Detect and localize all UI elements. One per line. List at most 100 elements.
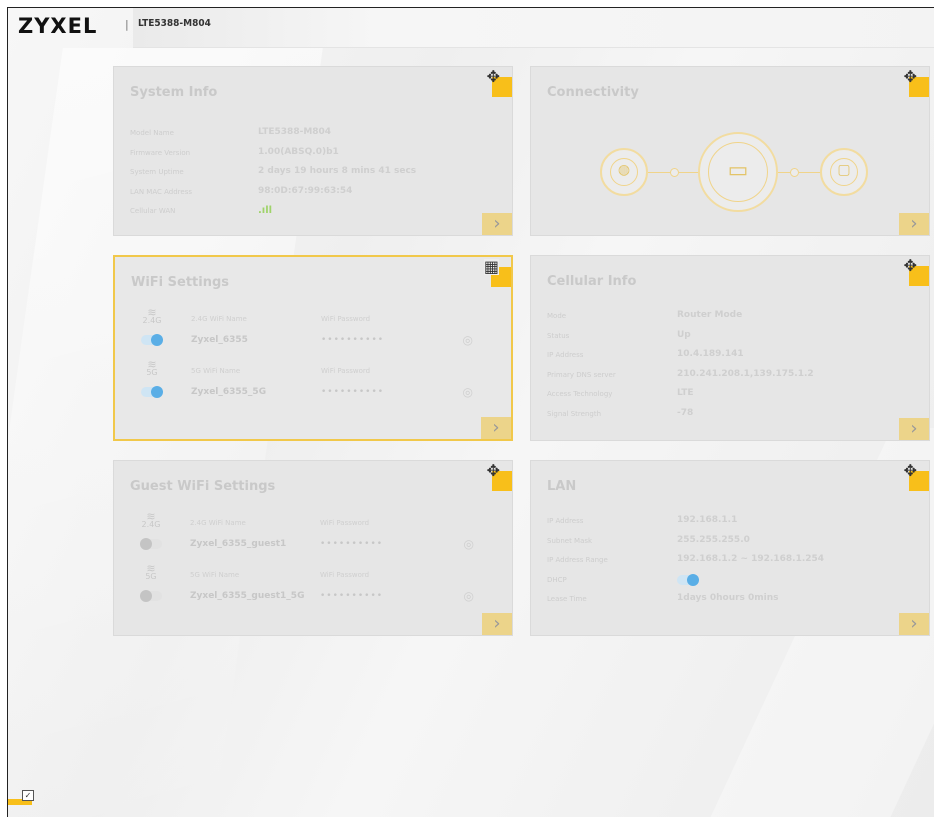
guest-24g-toggle[interactable] [140, 538, 162, 550]
move-arrows-icon[interactable]: ✥ [487, 69, 500, 85]
wifi-band-24g: ≋ 2.4G 2.4G WiFi Name WiFi Password Zyxel… [131, 306, 495, 359]
wifi-name-value: Zyxel_6355_guest1 [190, 539, 287, 549]
wifi-name-label: 2.4G WiFi Name [191, 315, 247, 323]
info-value: LTE [677, 388, 694, 398]
chevron-right-icon[interactable]: › [482, 613, 512, 635]
info-row: Status Up [547, 328, 913, 348]
info-row: IP Address Range 192.168.1.2 ~ 192.168.1… [547, 552, 913, 572]
info-label: DHCP [547, 575, 567, 584]
info-row: Access Technology LTE [547, 386, 913, 406]
info-value: 255.255.255.0 [677, 534, 750, 545]
info-label: Lease Time [547, 595, 587, 603]
info-label: Primary DNS server [547, 370, 616, 379]
wifi-name-label: 2.4G WiFi Name [190, 519, 246, 527]
info-row: Lease Time 1days 0hours 0mins [547, 591, 913, 611]
wifi-band-5g: ≋ 5G 5G WiFi Name WiFi Password Zyxel_635… [131, 359, 495, 411]
wifi-icon: ≋ 2.4G [141, 510, 161, 529]
chevron-right-icon[interactable]: › [899, 613, 929, 635]
card-title: WiFi Settings [131, 275, 230, 290]
chevron-right-icon[interactable]: › [899, 213, 929, 235]
info-value: 1days 0hours 0mins [677, 593, 779, 603]
cellular-info-list: Mode Router Mode Status Up IP Address 10… [547, 308, 913, 425]
eye-icon[interactable]: ◎ [463, 333, 473, 347]
chevron-right-icon[interactable]: › [481, 417, 511, 439]
move-arrows-icon[interactable]: ▦ [483, 259, 499, 275]
wifi-password-value: •••••••••• [321, 387, 385, 397]
card-title: LAN [547, 479, 577, 494]
laptop-icon: ▢ [820, 148, 868, 196]
wifi-name-value: Zyxel_6355_guest1_5G [190, 591, 305, 601]
chevron-right-icon[interactable]: › [899, 418, 929, 440]
wifi-password-label: WiFi Password [321, 315, 371, 323]
wifi-5g-toggle[interactable] [141, 386, 163, 398]
signal-bars-icon: .ıll [258, 205, 273, 216]
info-label: IP Address [547, 351, 584, 359]
info-row: Cellular WAN .ıll [130, 203, 496, 223]
top-bar: ZYXEL | LTE5388-M804 [8, 8, 934, 48]
wifi-name-label: 5G WiFi Name [191, 367, 241, 375]
eye-icon[interactable]: ◎ [464, 537, 474, 551]
info-row: System Uptime 2 days 19 hours 8 mins 41 … [130, 164, 496, 184]
wifi-name-label: 5G WiFi Name [190, 571, 240, 579]
info-value: 210.241.208.1,139.175.1.2 [677, 368, 814, 379]
card-title: Guest WiFi Settings [130, 479, 276, 494]
info-label: Mode [547, 312, 567, 320]
move-arrows-icon[interactable]: ✥ [904, 69, 917, 85]
info-value: Router Mode [677, 310, 743, 320]
info-label: Model Name [130, 129, 174, 137]
device-model-title: LTE5388-M804 [138, 18, 211, 29]
card-title: System Info [130, 85, 218, 100]
move-arrows-icon[interactable]: ✥ [904, 463, 917, 479]
wifi-icon: ≋ 2.4G [142, 306, 162, 325]
move-arrows-icon[interactable]: ✥ [904, 258, 917, 274]
zyxel-logo: ZYXEL [18, 14, 98, 38]
eye-icon[interactable]: ◎ [464, 589, 474, 603]
system-info-card: System Info ✥ Model Name LTE5388-M804 Fi… [113, 66, 513, 236]
lan-info-list: IP Address 192.168.1.1 Subnet Mask 255.2… [547, 513, 913, 611]
guest-5g-toggle[interactable] [140, 590, 162, 602]
info-label: Access Technology [547, 390, 613, 398]
wifi-name-value: Zyxel_6355_5G [191, 387, 267, 397]
info-value: 1.00(ABSQ.0)b1 [258, 146, 339, 157]
wifi-24g-toggle[interactable] [141, 334, 163, 346]
info-label: Signal Strength [547, 409, 602, 418]
move-arrows-icon[interactable]: ✥ [487, 463, 500, 479]
wifi-password-label: WiFi Password [320, 519, 370, 527]
dhcp-toggle[interactable] [677, 573, 699, 586]
info-value: 192.168.1.1 [677, 515, 738, 525]
router-icon: ▭ [698, 132, 778, 212]
wifi-icon: ≋ 5G [145, 562, 157, 581]
info-label: System Uptime [130, 168, 184, 176]
info-row: IP Address 10.4.189.141 [547, 347, 913, 367]
info-value: 2 days 19 hours 8 mins 41 secs [258, 166, 417, 176]
globe-icon: ◍ [600, 148, 648, 196]
info-row: LAN MAC Address 98:0D:67:99:63:54 [130, 184, 496, 204]
wifi-password-value: •••••••••• [320, 539, 384, 549]
info-row: Subnet Mask 255.255.255.0 [547, 533, 913, 553]
wifi-password-label: WiFi Password [321, 367, 371, 375]
cellular-info-card: Cellular Info ✥ Mode Router Mode Status … [530, 255, 930, 441]
info-row: DHCP [547, 572, 913, 592]
info-label: IP Address [547, 517, 584, 525]
guest-wifi-band-5g: ≋ 5G 5G WiFi Name WiFi Password Zyxel_635… [130, 562, 496, 615]
info-value: 192.168.1.2 ~ 192.168.1.254 [677, 554, 825, 564]
connectivity-diagram: ◍ ▭ ▢ [590, 127, 870, 217]
header-separator: | [125, 18, 129, 31]
guest-wifi-band-24g: ≋ 2.4G 2.4G WiFi Name WiFi Password Zyxel… [130, 510, 496, 563]
wifi-password-value: •••••••••• [320, 591, 384, 601]
wifi-password-label: WiFi Password [320, 571, 370, 579]
wifi-name-value: Zyxel_6355 [191, 335, 248, 345]
eye-icon[interactable]: ◎ [463, 385, 473, 399]
info-value: Up [677, 329, 691, 340]
info-label: LAN MAC Address [130, 187, 193, 196]
info-value: 98:0D:67:99:63:54 [258, 185, 353, 196]
info-row: Primary DNS server 210.241.208.1,139.175… [547, 367, 913, 387]
checkbox-icon[interactable]: ✓ [22, 790, 34, 801]
chevron-right-icon[interactable]: › [482, 213, 512, 235]
info-value: -78 [677, 407, 694, 418]
info-row: Signal Strength -78 [547, 406, 913, 426]
lan-card: LAN ✥ IP Address 192.168.1.1 Subnet Mask… [530, 460, 930, 636]
info-label: Subnet Mask [547, 536, 593, 545]
top-bar-band [133, 8, 934, 48]
info-label: Status [547, 331, 570, 340]
